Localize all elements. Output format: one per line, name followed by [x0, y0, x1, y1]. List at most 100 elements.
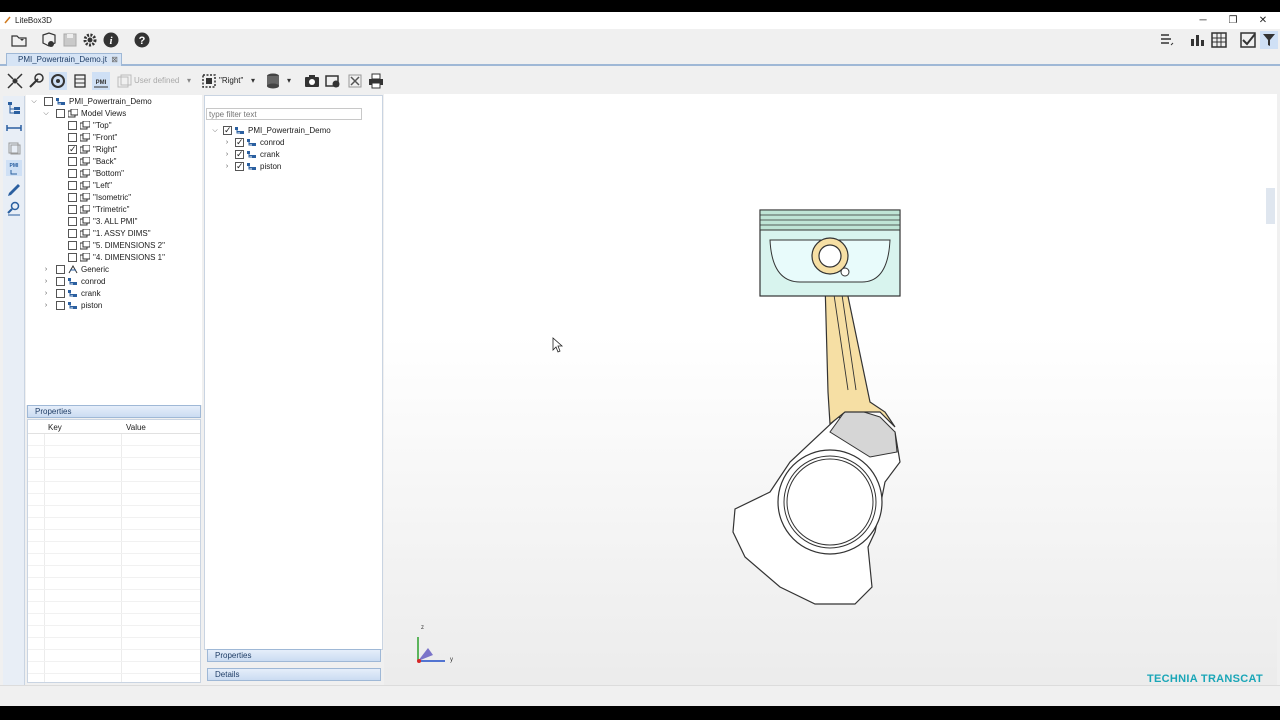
chevron-down-icon[interactable]: ⌵	[42, 108, 50, 120]
model-view-row[interactable]: "Trimetric"	[30, 204, 200, 216]
chevron-down-icon[interactable]: ⌵	[211, 125, 219, 137]
zoom-region-icon[interactable]	[27, 72, 45, 90]
model-view-checkbox[interactable]	[68, 193, 77, 202]
close-button[interactable]: ✕	[1248, 14, 1278, 27]
assembly-child-row[interactable]: › piston	[211, 160, 381, 173]
layers-cylinder-icon[interactable]	[264, 72, 282, 90]
save-icon[interactable]	[61, 31, 79, 49]
model-view-row[interactable]: "Right"	[30, 143, 200, 156]
model-group-checkbox[interactable]	[56, 301, 65, 310]
assembly-child-label: piston	[260, 162, 282, 171]
tab-pmi-powertrain-demo[interactable]: PMI_Powertrain_Demo.jt ⊠	[6, 53, 122, 66]
model-group-checkbox[interactable]	[56, 265, 65, 274]
view-combo[interactable]: "Right"	[219, 74, 243, 88]
assembly-icon	[68, 277, 78, 286]
tree-row-root[interactable]: ⌵ PMI_Powertrain_Demo	[30, 96, 200, 108]
model-view-checkbox[interactable]	[68, 229, 77, 238]
3d-viewport[interactable]: z y TECHNIA TRANSCAT ADDNODE GROUP	[384, 94, 1277, 697]
minimize-button[interactable]: ─	[1188, 14, 1218, 27]
chevron-right-icon[interactable]: ›	[223, 137, 231, 149]
assembly-child-checkbox[interactable]	[235, 160, 244, 172]
filter-icon[interactable]	[1260, 31, 1278, 49]
markup-pencil-icon[interactable]	[6, 180, 22, 196]
chevron-right-icon[interactable]: ›	[223, 161, 231, 173]
lower-properties-header[interactable]: Properties	[207, 649, 381, 662]
model-view-row[interactable]: "5. DIMENSIONS 2"	[30, 240, 200, 252]
model-view-checkbox[interactable]	[68, 157, 77, 166]
grid-view-icon[interactable]	[1210, 31, 1228, 49]
tree-filter-input[interactable]	[206, 108, 362, 120]
model-group-row[interactable]: › piston	[30, 300, 200, 312]
explode-icon[interactable]	[1158, 31, 1176, 49]
side-panel-toggle[interactable]	[1266, 188, 1275, 224]
section-view-icon[interactable]	[71, 72, 89, 90]
model-view-label: "Top"	[93, 121, 112, 130]
assembly-child-checkbox[interactable]	[235, 148, 244, 160]
model-group-checkbox[interactable]	[56, 289, 65, 298]
chevron-down-icon[interactable]: ⌵	[30, 96, 38, 108]
model-view-row[interactable]: "1. ASSY DIMS"	[30, 228, 200, 240]
fit-all-icon[interactable]	[6, 72, 24, 90]
model-view-checkbox[interactable]	[68, 133, 77, 142]
model-views-checkbox[interactable]	[56, 109, 65, 118]
assembly-root-checkbox[interactable]	[223, 124, 232, 136]
details-header[interactable]: Details	[207, 668, 381, 681]
tree-row-model-views[interactable]: ⌵ Model Views	[30, 108, 200, 120]
model-group-checkbox[interactable]	[56, 277, 65, 286]
assembly-chart-icon[interactable]	[1188, 31, 1206, 49]
chevron-right-icon[interactable]: ›	[42, 276, 50, 288]
properties-row	[28, 626, 200, 638]
sectioning-icon[interactable]	[6, 140, 22, 156]
chevron-right-icon[interactable]: ›	[223, 149, 231, 161]
add-model-icon[interactable]	[39, 31, 57, 49]
value-column-header[interactable]: Value	[126, 423, 146, 432]
model-view-checkbox[interactable]	[68, 217, 77, 226]
view-dropdown-icon[interactable]: ▾	[251, 74, 255, 88]
rotate-view-icon[interactable]	[49, 72, 67, 90]
measure-icon[interactable]	[6, 120, 22, 136]
print-icon[interactable]	[367, 72, 385, 90]
info-icon[interactable]: i	[102, 31, 120, 49]
model-tree-icon[interactable]	[6, 100, 22, 116]
search-parts-icon[interactable]	[6, 200, 22, 216]
model-view-row[interactable]: "Back"	[30, 156, 200, 168]
model-view-checkbox[interactable]	[68, 205, 77, 214]
model-view-row[interactable]: "Top"	[30, 120, 200, 132]
model-view-row[interactable]: "Isometric"	[30, 192, 200, 204]
model-view-checkbox[interactable]	[68, 181, 77, 190]
model-group-row[interactable]: › Generic	[30, 264, 200, 276]
assembly-child-checkbox[interactable]	[235, 136, 244, 148]
open-folder-icon[interactable]	[10, 31, 28, 49]
restore-button[interactable]: ❐	[1218, 14, 1248, 27]
model-group-row[interactable]: › crank	[30, 288, 200, 300]
model-view-row[interactable]: "Bottom"	[30, 168, 200, 180]
model-view-checkbox[interactable]	[68, 143, 77, 155]
chevron-right-icon[interactable]: ›	[42, 300, 50, 312]
help-icon[interactable]: ?	[133, 31, 151, 49]
snapshot-icon[interactable]	[324, 72, 342, 90]
properties-header[interactable]: Properties	[27, 405, 201, 418]
model-view-row[interactable]: "Front"	[30, 132, 200, 144]
pmi-panel-icon[interactable]: PMI	[6, 160, 22, 176]
root-checkbox[interactable]	[44, 97, 53, 106]
model-group-row[interactable]: › conrod	[30, 276, 200, 288]
settings-gear-icon[interactable]	[81, 31, 99, 49]
model-view-checkbox[interactable]	[68, 241, 77, 250]
model-view-checkbox[interactable]	[68, 253, 77, 262]
model-view-checkbox[interactable]	[68, 121, 77, 130]
camera-icon[interactable]	[303, 72, 321, 90]
model-view-row[interactable]: "Left"	[30, 180, 200, 192]
view-orientation-icon[interactable]	[200, 72, 218, 90]
chevron-right-icon[interactable]: ›	[42, 288, 50, 300]
select-all-check-icon[interactable]	[1239, 31, 1257, 49]
engine-model-render[interactable]	[384, 94, 1277, 697]
chevron-right-icon[interactable]: ›	[42, 264, 50, 276]
close-tab-icon[interactable]: ⊠	[111, 54, 118, 65]
delete-snapshot-icon[interactable]	[346, 72, 364, 90]
model-view-row[interactable]: "4. DIMENSIONS 1"	[30, 252, 200, 264]
model-view-row[interactable]: "3. ALL PMI"	[30, 216, 200, 228]
pmi-toggle-icon[interactable]: PMI	[92, 72, 110, 90]
model-view-checkbox[interactable]	[68, 169, 77, 178]
key-column-header[interactable]: Key	[48, 423, 62, 432]
layers-dropdown-icon[interactable]: ▾	[287, 74, 291, 88]
